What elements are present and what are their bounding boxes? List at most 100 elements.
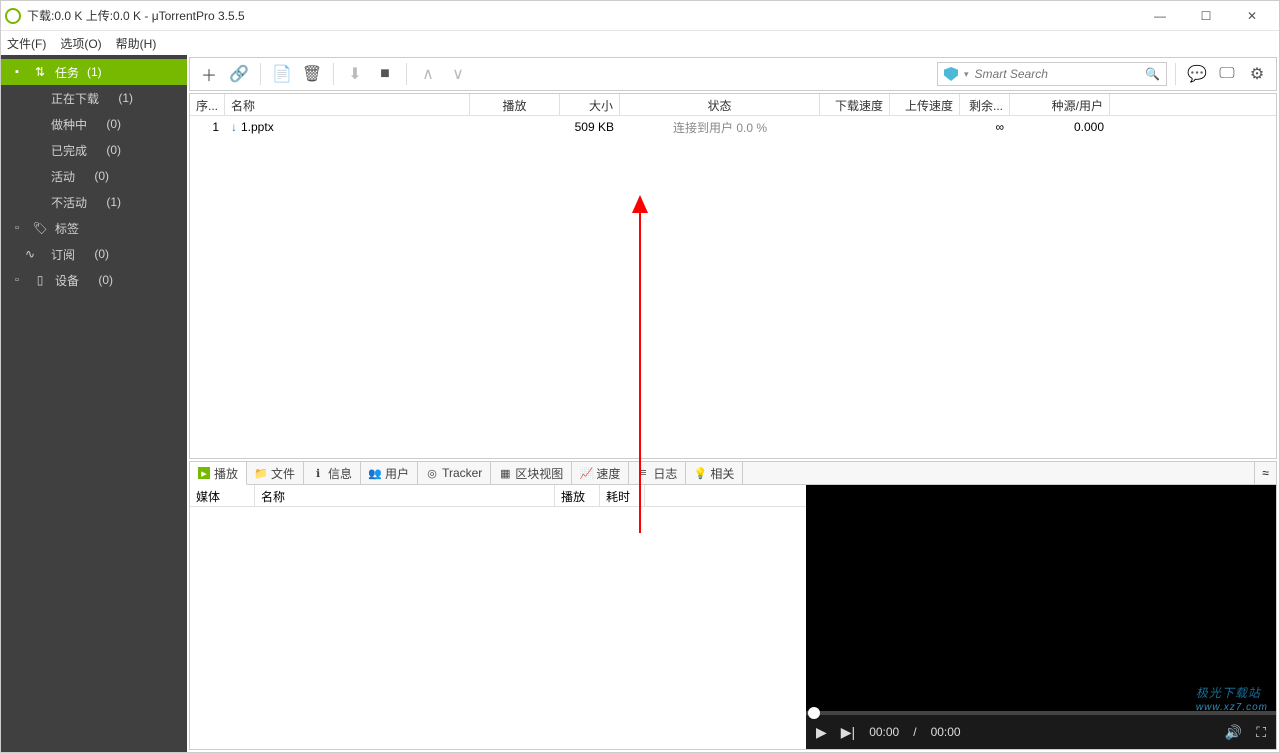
menu-help[interactable]: 帮助(H) [116, 35, 157, 52]
toolbar: ＋ 🔗 📄 🗑 ⬇ ■ ∧ ∨ ▾ 🔍 💬 [189, 57, 1277, 91]
detail-tabs: ▸播放 📁文件 ℹ信息 👥用户 ◎Tracker ▦区块视图 📈速度 ≡日志 💡… [189, 461, 1277, 485]
lcol-name[interactable]: 名称 [255, 485, 555, 506]
watermark: 极光下载站www.xz7.com [1196, 684, 1268, 713]
col-seeds[interactable]: 种源/用户 [1010, 94, 1110, 115]
collapse-icon[interactable]: ▪ [15, 66, 25, 78]
volume-icon[interactable]: 🔊 [1225, 724, 1242, 741]
stop-button[interactable]: ■ [372, 61, 398, 87]
close-button[interactable]: ✕ [1229, 1, 1275, 31]
title-bar: 下载:0.0 K 上传:0.0 K - μTorrentPro 3.5.5 ― … [1, 1, 1279, 31]
sidebar-item-active[interactable]: 活动 (0) [1, 163, 187, 189]
log-icon: ≡ [637, 467, 649, 479]
menu-options[interactable]: 选项(O) [60, 35, 101, 52]
video-player: 极光下载站www.xz7.com ▶ ▶| 00:00 / 00:00 🔊 ⛶ [806, 485, 1276, 749]
lcol-elapsed[interactable]: 耗时 [600, 485, 645, 506]
cell-seeds: 0.000 [1010, 120, 1110, 134]
fullscreen-icon[interactable]: ⛶ [1256, 724, 1266, 741]
divider [1175, 63, 1176, 85]
tag-icon: 🏷 [33, 221, 47, 235]
folder-icon: 📁 [255, 467, 267, 479]
col-status[interactable]: 状态 [620, 94, 820, 115]
start-button[interactable]: ⬇ [342, 61, 368, 87]
cell-name: ↓1.pptx [225, 120, 470, 134]
tab-files[interactable]: 📁文件 [247, 462, 304, 484]
lcol-media[interactable]: 媒体 [190, 485, 255, 506]
torrent-list: 序... 名称 播放 大小 状态 下载速度 上传速度 剩余... 种源/用户 1… [189, 93, 1277, 459]
move-down-button[interactable]: ∨ [445, 61, 471, 87]
search-box[interactable]: ▾ 🔍 [937, 62, 1167, 86]
sidebar-item-devices[interactable]: ▫ ▯ 设备 (0) [1, 267, 187, 293]
add-torrent-button[interactable]: ＋ [196, 61, 222, 87]
tab-related[interactable]: 💡相关 [686, 462, 743, 484]
sidebar-item-labels[interactable]: ▫ 🏷 标签 [1, 215, 187, 241]
window-title: 下载:0.0 K 上传:0.0 K - μTorrentPro 3.5.5 [27, 7, 1137, 24]
bulb-icon: 💡 [694, 467, 706, 479]
tracker-icon: ◎ [426, 467, 438, 479]
sidebar: ▪ ⇅ 任务 (1) 正在下载 (1) 做种中 (0) 已完成 (0) 活动 (… [1, 55, 187, 752]
menu-file[interactable]: 文件(F) [7, 35, 46, 52]
minimize-button[interactable]: ― [1137, 1, 1183, 31]
sidebar-label: 任务 [55, 64, 79, 81]
video-area[interactable] [806, 485, 1276, 711]
seek-knob[interactable] [808, 707, 820, 719]
tab-pieces[interactable]: ▦区块视图 [491, 462, 572, 484]
lcol-play[interactable]: 播放 [555, 485, 600, 506]
tab-play[interactable]: ▸播放 [190, 462, 247, 485]
download-icon: ↓ [231, 120, 237, 134]
cell-eta: ∞ [960, 120, 1010, 134]
expand-icon[interactable]: ▫ [15, 222, 25, 234]
col-size[interactable]: 大小 [560, 94, 620, 115]
search-icon[interactable]: 🔍 [1145, 67, 1160, 81]
cell-size: 509 KB [560, 120, 620, 134]
sidebar-count: (1) [87, 65, 102, 79]
col-play[interactable]: 播放 [470, 94, 560, 115]
play-icon: ▸ [198, 467, 210, 479]
remote-icon[interactable]: 🖵 [1214, 61, 1240, 87]
add-url-button[interactable]: 🔗 [226, 61, 252, 87]
tab-log[interactable]: ≡日志 [629, 462, 686, 484]
play-button[interactable]: ▶ [816, 724, 827, 741]
divider [260, 63, 261, 85]
column-headers: 序... 名称 播放 大小 状态 下载速度 上传速度 剩余... 种源/用户 [190, 94, 1276, 116]
divider [333, 63, 334, 85]
tab-speed[interactable]: 📈速度 [572, 462, 629, 484]
info-icon: ℹ [312, 467, 324, 479]
chat-icon[interactable]: 💬 [1184, 61, 1210, 87]
cell-seq: 1 [190, 120, 225, 134]
col-down[interactable]: 下载速度 [820, 94, 890, 115]
media-list: 媒体 名称 播放 耗时 [190, 485, 806, 749]
expand-icon[interactable]: ▫ [15, 274, 25, 286]
tab-tracker[interactable]: ◎Tracker [418, 462, 491, 484]
sidebar-item-seeding[interactable]: 做种中 (0) [1, 111, 187, 137]
seek-bar[interactable] [806, 711, 1276, 715]
maximize-button[interactable]: ☐ [1183, 1, 1229, 31]
remove-button[interactable]: 🗑 [299, 61, 325, 87]
search-input[interactable] [975, 67, 1140, 81]
sidebar-item-downloading[interactable]: 正在下载 (1) [1, 85, 187, 111]
dropdown-icon[interactable]: ▾ [964, 69, 969, 80]
move-up-button[interactable]: ∧ [415, 61, 441, 87]
transfer-icon: ⇅ [33, 65, 47, 79]
settings-icon[interactable]: ⚙ [1244, 61, 1270, 87]
menu-bar: 文件(F) 选项(O) 帮助(H) [1, 31, 1279, 55]
cell-status: 连接到用户 0.0 % [620, 119, 820, 136]
time-duration: 00:00 [931, 725, 961, 739]
sidebar-item-tasks[interactable]: ▪ ⇅ 任务 (1) [1, 59, 187, 85]
col-name[interactable]: 名称 [225, 94, 470, 115]
torrent-row[interactable]: 1 ↓1.pptx 509 KB 连接到用户 0.0 % ∞ 0.000 [190, 116, 1276, 138]
create-torrent-button[interactable]: 📄 [269, 61, 295, 87]
sidebar-item-completed[interactable]: 已完成 (0) [1, 137, 187, 163]
sidebar-item-feeds[interactable]: ∿ 订阅 (0) [1, 241, 187, 267]
tab-expand-button[interactable]: ≈ [1254, 462, 1276, 484]
col-up[interactable]: 上传速度 [890, 94, 960, 115]
tab-info[interactable]: ℹ信息 [304, 462, 361, 484]
tab-peers[interactable]: 👥用户 [361, 462, 418, 484]
speed-icon: 📈 [580, 467, 592, 479]
col-seq[interactable]: 序... [190, 94, 225, 115]
time-sep: / [913, 725, 916, 739]
sidebar-item-inactive[interactable]: 不活动 (1) [1, 189, 187, 215]
col-eta[interactable]: 剩余... [960, 94, 1010, 115]
next-button[interactable]: ▶| [841, 724, 855, 741]
peers-icon: 👥 [369, 467, 381, 479]
pieces-icon: ▦ [499, 467, 511, 479]
